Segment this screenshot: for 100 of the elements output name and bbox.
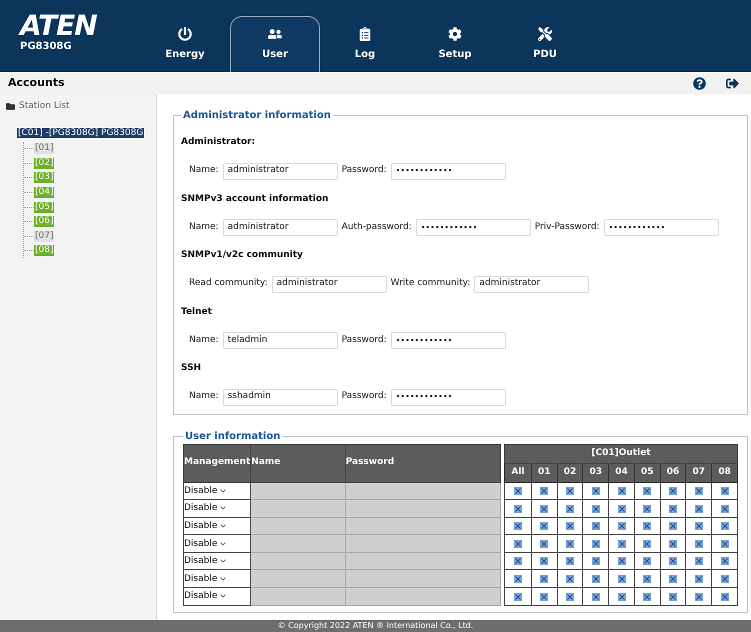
password-field[interactable]: •••••••••••• bbox=[390, 388, 506, 406]
column-header: 01 bbox=[531, 463, 558, 482]
broken-image-icon[interactable] bbox=[514, 540, 522, 548]
broken-image-icon[interactable] bbox=[592, 522, 600, 530]
column-header: Password bbox=[345, 444, 500, 482]
broken-image-icon[interactable] bbox=[592, 504, 600, 513]
broken-image-icon[interactable] bbox=[592, 487, 600, 496]
broken-image-icon[interactable] bbox=[566, 592, 574, 601]
broken-image-icon[interactable] bbox=[618, 522, 626, 530]
broken-image-icon[interactable] bbox=[694, 522, 703, 530]
broken-image-icon[interactable] bbox=[643, 575, 652, 584]
broken-image-icon[interactable] bbox=[566, 557, 574, 566]
broken-image-icon[interactable] bbox=[514, 592, 522, 601]
broken-image-icon[interactable] bbox=[694, 504, 703, 513]
password-field[interactable]: •••••••••••• bbox=[604, 219, 719, 236]
nav-tab[interactable]: Energy bbox=[140, 16, 230, 72]
broken-image-icon[interactable] bbox=[540, 557, 548, 566]
broken-image-icon[interactable] bbox=[566, 522, 574, 530]
broken-image-icon[interactable] bbox=[514, 504, 522, 513]
broken-image-icon[interactable] bbox=[618, 557, 626, 566]
broken-image-icon[interactable] bbox=[694, 557, 703, 566]
help-icon[interactable] bbox=[693, 76, 706, 90]
password-field[interactable]: •••••••••••• bbox=[390, 162, 506, 180]
logout-icon[interactable] bbox=[726, 76, 739, 90]
text-field[interactable]: administrator bbox=[474, 276, 590, 292]
field-label: Read community: bbox=[189, 277, 268, 290]
broken-image-icon[interactable] bbox=[618, 504, 626, 513]
column-header: Name bbox=[250, 444, 346, 482]
broken-image-icon[interactable] bbox=[643, 522, 652, 530]
broken-image-icon[interactable] bbox=[592, 592, 600, 601]
broken-image-icon[interactable] bbox=[618, 540, 626, 548]
group-heading: Telnet bbox=[181, 306, 213, 318]
broken-image-icon[interactable] bbox=[669, 540, 678, 548]
broken-image-icon[interactable] bbox=[720, 504, 729, 513]
broken-image-icon[interactable] bbox=[514, 575, 522, 584]
broken-image-icon[interactable] bbox=[694, 487, 703, 496]
broken-image-icon[interactable] bbox=[694, 540, 703, 548]
broken-image-icon[interactable] bbox=[514, 487, 522, 496]
broken-image-icon[interactable] bbox=[514, 522, 522, 530]
text-field[interactable]: administrator bbox=[222, 219, 338, 236]
broken-image-icon[interactable] bbox=[669, 575, 678, 584]
broken-image-icon[interactable] bbox=[618, 592, 626, 601]
broken-image-icon[interactable] bbox=[720, 592, 729, 601]
broken-image-icon[interactable] bbox=[540, 522, 548, 530]
broken-image-icon[interactable] bbox=[720, 522, 729, 530]
broken-image-icon[interactable] bbox=[618, 575, 626, 584]
broken-image-icon[interactable] bbox=[669, 504, 678, 513]
text-field[interactable]: administrator bbox=[222, 162, 338, 180]
field-label: Password: bbox=[342, 164, 387, 178]
broken-image-icon[interactable] bbox=[694, 575, 703, 584]
group-heading: Administrator: bbox=[181, 136, 256, 149]
text-field[interactable]: sshadmin bbox=[222, 388, 338, 406]
chevron-icon bbox=[220, 576, 226, 582]
nav-tab[interactable]: User bbox=[230, 16, 320, 72]
broken-image-icon[interactable] bbox=[643, 592, 652, 601]
broken-image-icon[interactable] bbox=[643, 557, 652, 566]
broken-image-icon[interactable] bbox=[669, 592, 678, 601]
broken-image-icon[interactable] bbox=[643, 540, 652, 548]
broken-image-icon[interactable] bbox=[669, 557, 678, 566]
broken-image-icon[interactable] bbox=[566, 575, 574, 584]
broken-image-icon[interactable] bbox=[540, 540, 548, 548]
broken-image-icon[interactable] bbox=[540, 487, 548, 496]
outlet-node[interactable]: [07] bbox=[34, 230, 54, 242]
broken-image-icon[interactable] bbox=[540, 504, 548, 513]
logo: ATEN bbox=[20, 12, 98, 38]
broken-image-icon[interactable] bbox=[592, 557, 600, 566]
text-field[interactable]: administrator bbox=[272, 276, 387, 292]
password-field[interactable]: •••••••••••• bbox=[390, 332, 506, 349]
broken-image-icon[interactable] bbox=[720, 557, 729, 566]
broken-image-icon[interactable] bbox=[694, 592, 703, 601]
broken-image-icon[interactable] bbox=[566, 540, 574, 548]
nav-tab[interactable]: Setup bbox=[410, 16, 500, 72]
nav-tab[interactable]: PDU bbox=[500, 16, 590, 72]
broken-image-icon[interactable] bbox=[592, 575, 600, 584]
outlet-node[interactable]: [01] bbox=[34, 143, 54, 154]
column-header: 02 bbox=[557, 463, 583, 482]
field-label: Name: bbox=[189, 220, 219, 234]
text-field[interactable]: teladmin bbox=[222, 332, 338, 349]
broken-image-icon[interactable] bbox=[566, 487, 574, 496]
station-node[interactable]: [C01] -[PG8308G] PG8308G bbox=[17, 128, 144, 138]
broken-image-icon[interactable] bbox=[669, 487, 678, 496]
group-heading: SNMPv1/v2c community bbox=[181, 249, 304, 262]
broken-image-icon[interactable] bbox=[643, 487, 652, 496]
broken-image-icon[interactable] bbox=[540, 592, 548, 601]
broken-image-icon[interactable] bbox=[643, 504, 652, 513]
broken-image-icon[interactable] bbox=[720, 540, 729, 548]
broken-image-icon[interactable] bbox=[618, 487, 626, 496]
broken-image-icon[interactable] bbox=[540, 575, 548, 584]
field-label: Write community: bbox=[390, 277, 470, 290]
power-icon bbox=[178, 26, 192, 40]
broken-image-icon[interactable] bbox=[720, 487, 729, 496]
broken-image-icon[interactable] bbox=[514, 557, 522, 566]
broken-image-icon[interactable] bbox=[669, 522, 678, 530]
nav-tab[interactable]: Log bbox=[320, 16, 410, 72]
broken-image-icon[interactable] bbox=[566, 504, 574, 513]
field-label: Password: bbox=[342, 334, 387, 347]
password-field[interactable]: •••••••••••• bbox=[416, 219, 531, 236]
broken-image-icon[interactable] bbox=[592, 540, 600, 548]
column-header: Management bbox=[184, 444, 251, 482]
broken-image-icon[interactable] bbox=[720, 575, 729, 584]
